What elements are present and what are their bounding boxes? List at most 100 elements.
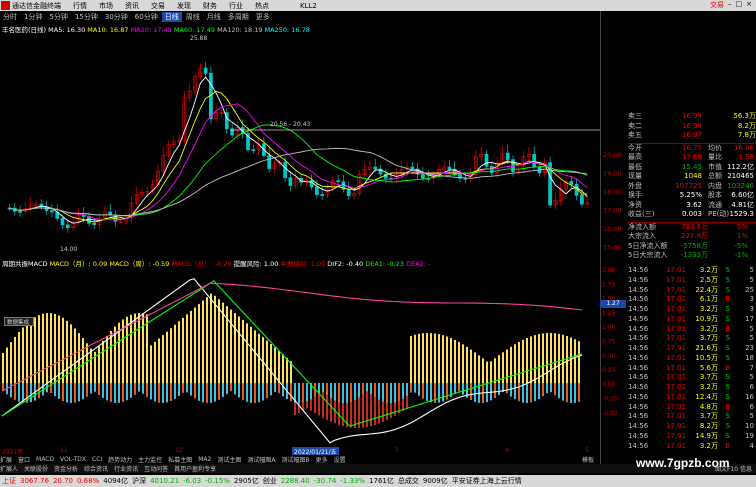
menu-item-market[interactable]: 市场 [99, 1, 113, 11]
menu-item-quote[interactable]: 行情 [73, 1, 87, 11]
info-tab[interactable]: 互动问答 [144, 464, 168, 473]
macd-bar [486, 361, 488, 383]
indicator-tab[interactable]: 窗口 [18, 455, 30, 464]
macd-bar [150, 383, 152, 400]
indicator-tab[interactable]: 主力监控 [138, 455, 162, 464]
tick-cell: B [725, 441, 730, 450]
indicator-tab[interactable]: 私募主图 [168, 455, 192, 464]
macd-bar [498, 383, 500, 396]
tick-row: 14:56 17.01 3.2万 B 4 [628, 442, 756, 452]
tick-cell: 14:56 [628, 275, 649, 284]
macd-bar [346, 383, 348, 403]
indicator-tab[interactable]: 设置 [334, 455, 346, 464]
info-tab[interactable]: 综合资讯 [84, 464, 108, 473]
macd-bar [534, 383, 536, 402]
indicator-tab[interactable]: MACD [36, 456, 54, 463]
period-tab[interactable]: 月线 [204, 12, 224, 22]
info-tab[interactable]: 关联股份 [24, 464, 48, 473]
macd-bar [114, 383, 116, 403]
date-axis: 2021年 11 12 2022/01/21/五 3 4 5 [0, 447, 600, 456]
macd-bar [110, 383, 112, 403]
tick-cell: S [725, 353, 730, 362]
indicator-tab[interactable]: 更多 [316, 455, 328, 464]
indicator-tab[interactable]: 趋势动力 [108, 455, 132, 464]
template-button[interactable]: 模板 [582, 455, 594, 464]
cy-index-pct: -1.33% [340, 477, 366, 485]
menu-item-hot[interactable]: 热点 [255, 1, 269, 11]
flow-row: 大宗流入 227.8万 1% [628, 232, 748, 240]
macd-bar [426, 383, 428, 401]
tick-cell: 5 [749, 334, 754, 343]
indicator-tab[interactable]: 测试主图 [217, 455, 241, 464]
macd-bar [434, 333, 436, 383]
period-tab[interactable]: 15分钟 [72, 12, 101, 22]
tick-cell: 17.01 [665, 392, 686, 401]
tick-cell: 16 [745, 392, 754, 401]
info-tab[interactable]: 扩展人 [0, 464, 18, 473]
period-tab-active[interactable]: 日线 [161, 12, 182, 22]
macd-bar [246, 323, 248, 383]
indicator-tab[interactable]: 测试幅图B [281, 455, 309, 464]
menu-item-discover[interactable]: 发现 [177, 1, 191, 11]
high-label: 25.88 [190, 35, 207, 42]
indicator-tab[interactable]: 测试幅图A [247, 455, 275, 464]
indicator-tab[interactable]: MA2 [198, 456, 211, 463]
macd-bar [298, 383, 300, 403]
menu-item-trade[interactable]: 交易 [151, 1, 165, 11]
menu-item-industry[interactable]: 行业 [229, 1, 243, 11]
period-tab[interactable]: 30分钟 [102, 12, 131, 22]
macd-bar [2, 353, 4, 383]
period-tab[interactable]: 60分钟 [132, 12, 161, 22]
close-icon[interactable]: × [746, 0, 752, 10]
macd-bar [190, 310, 192, 383]
macd-bar [30, 320, 32, 383]
menu-item-finance[interactable]: 财务 [203, 1, 217, 11]
tick-cell: S [725, 392, 730, 401]
macd-bar [454, 339, 456, 383]
period-tab[interactable]: 更多 [253, 12, 273, 22]
indicator-tab[interactable]: 扩展 [0, 455, 12, 464]
macd-bar [254, 330, 256, 383]
ma5-label: MA5: 16.30 [48, 26, 86, 34]
macd-bar [562, 334, 564, 383]
macd-bar [246, 383, 248, 402]
data-float-box[interactable]: 数据集成 [4, 317, 34, 326]
macd-bar [518, 383, 520, 402]
indicator-tab[interactable]: VOL-TDX [60, 456, 86, 463]
macd-bar [46, 313, 48, 383]
macd-bar [74, 328, 76, 383]
macd-bar [174, 383, 176, 399]
kline-chart[interactable]: 20.56 - 20.43 25.88 14.00 [0, 23, 600, 258]
macd-bar [90, 383, 92, 394]
macd-bar [226, 383, 228, 395]
maximize-icon[interactable]: □ [736, 0, 743, 10]
cy-index-name[interactable]: 创业 [263, 476, 277, 486]
macd-bar [38, 383, 40, 399]
info-tab[interactable]: 行业资讯 [114, 464, 138, 473]
macd-bar [78, 333, 80, 383]
menu-item-news[interactable]: 资讯 [125, 1, 139, 11]
trade-button[interactable]: 交易 [710, 0, 724, 10]
sh-index-name[interactable]: 上证 [2, 476, 16, 486]
info-tab[interactable]: 资金分析 [54, 464, 78, 473]
minimize-icon[interactable]: – [728, 0, 732, 10]
info-tab[interactable]: 首用户盈利专享 [174, 464, 216, 473]
period-tab[interactable]: 1分钟 [21, 12, 45, 22]
indicator-tab[interactable]: CCI [92, 456, 102, 463]
candle-body [336, 180, 340, 183]
sz-index-name[interactable]: 沪深 [132, 476, 146, 486]
tick-list[interactable]: 14:56 17.01 3.2万 S 5 14:56 17.01 2.5万 S 5 14:56 17.… [628, 266, 756, 451]
period-tab[interactable]: 多周期 [225, 12, 252, 22]
macd-bar [558, 333, 560, 383]
broker-name: 平安证券上海上云行情 [451, 477, 522, 485]
tick-cell: 8.2万 [699, 422, 718, 430]
period-tab[interactable]: 分时 [0, 12, 20, 22]
period-tab[interactable]: 5分钟 [46, 12, 70, 22]
macd-chart[interactable] [0, 266, 600, 452]
macd-bar [554, 333, 556, 383]
sz-index-change: -6.03 [183, 477, 202, 485]
range-label: 20.56 - 20.43 [270, 121, 311, 128]
period-tab[interactable]: 周线 [183, 12, 203, 22]
tick-cell: 17 [745, 314, 754, 323]
tick-cell: 6 [749, 383, 754, 391]
